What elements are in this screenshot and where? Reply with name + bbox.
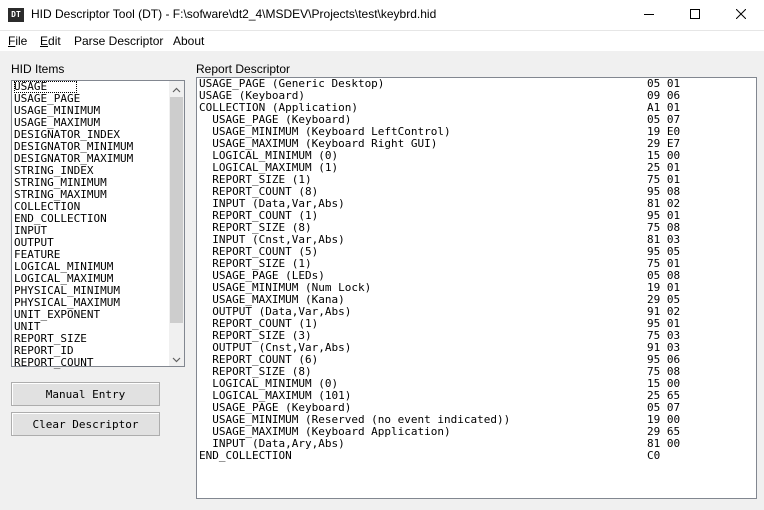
menu-about[interactable]: About: [173, 34, 204, 48]
menu-parse-descriptor[interactable]: Parse Descriptor: [74, 34, 163, 48]
report-descriptor-lines: USAGE_PAGE (Generic Desktop) 05 01 USAGE (…: [199, 78, 754, 462]
hid-items-scrollbar[interactable]: [169, 81, 184, 366]
chevron-up-icon: [172, 80, 181, 98]
minimize-button[interactable]: [626, 0, 672, 30]
menu-edit-label: dit: [48, 34, 61, 48]
manual-entry-button[interactable]: Manual Entry: [11, 382, 160, 406]
chevron-down-icon: [172, 350, 181, 368]
menu-file-label: ile: [15, 34, 28, 48]
hid-items-list: USAGE USAGE_PAGE USAGE_MINIMUM USAGE_MAXIMU…: [14, 81, 168, 369]
list-item[interactable]: REPORT_COUNT: [14, 357, 168, 369]
maximize-button[interactable]: [672, 0, 718, 30]
menu-about-label: About: [173, 34, 205, 48]
minimize-icon: [644, 6, 654, 24]
menu-parse-descriptor-label: Parse Descriptor: [74, 34, 164, 48]
scroll-down-button[interactable]: [169, 351, 184, 366]
window-title: HID Descriptor Tool (DT) - F:\sofware\dt…: [31, 7, 437, 21]
hid-items-label: HID Items: [11, 62, 65, 76]
menu-edit-accel: E: [40, 34, 49, 48]
menu-edit[interactable]: Edit: [40, 34, 61, 48]
report-descriptor-label: Report Descriptor: [196, 62, 291, 76]
descriptor-line[interactable]: END_COLLECTION C0: [199, 450, 754, 462]
app-icon[interactable]: DT: [8, 8, 24, 22]
hid-items-listbox[interactable]: USAGE USAGE_PAGE USAGE_MINIMUM USAGE_MAXIMU…: [11, 80, 185, 369]
title-bar[interactable]: DT HID Descriptor Tool (DT) - F:\sofware…: [0, 0, 764, 31]
menu-bar: File Edit Parse Descriptor About: [0, 31, 764, 51]
clear-descriptor-button[interactable]: Clear Descriptor: [11, 412, 160, 436]
report-descriptor-box[interactable]: USAGE_PAGE (Generic Desktop) 05 01 USAGE (…: [196, 77, 757, 499]
close-button[interactable]: [718, 0, 764, 30]
close-icon: [735, 6, 747, 24]
descriptor-item-bytes: C0: [647, 449, 661, 462]
menu-file[interactable]: File: [8, 34, 27, 48]
descriptor-item-text: END_COLLECTION: [199, 449, 292, 462]
scroll-thumb[interactable]: [170, 97, 183, 323]
scroll-up-button[interactable]: [169, 81, 184, 96]
maximize-icon: [690, 6, 700, 24]
